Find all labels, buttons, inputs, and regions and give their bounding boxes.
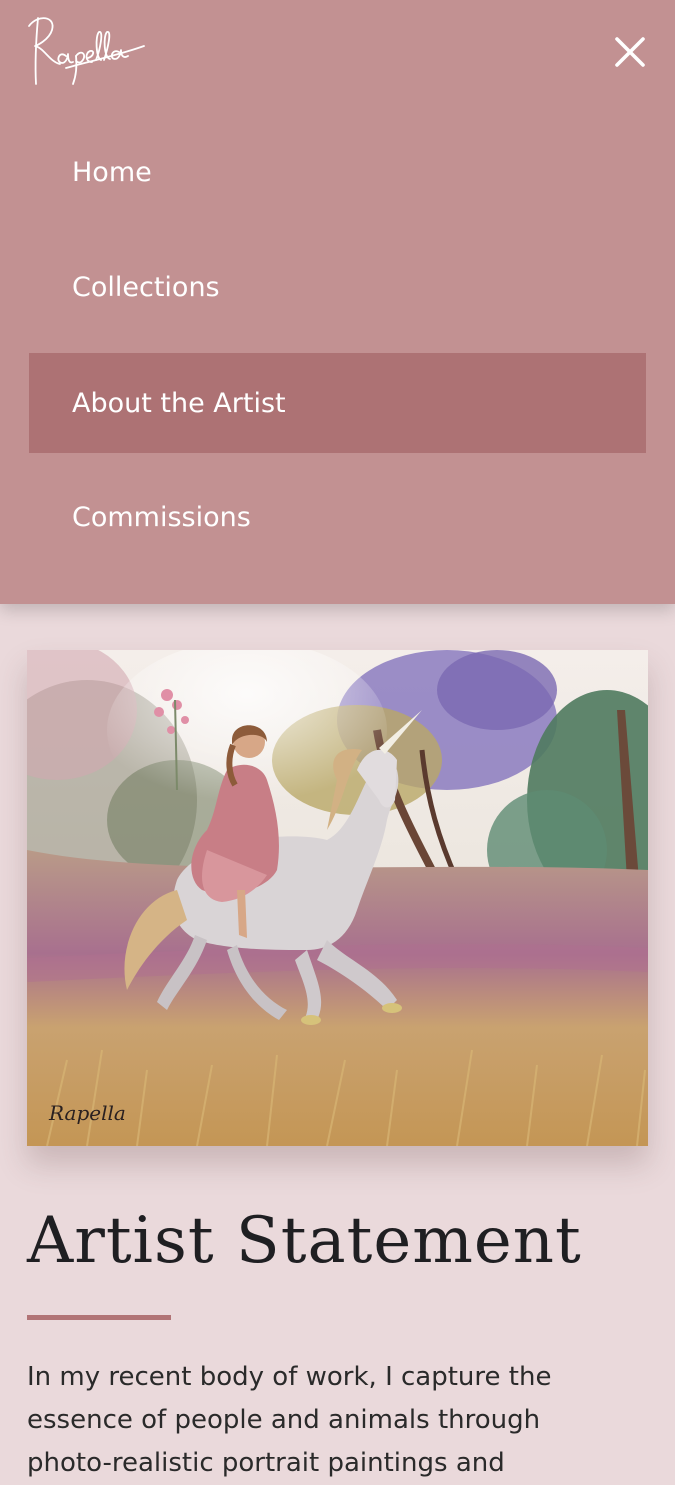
close-icon xyxy=(615,37,645,67)
page-title: Artist Statement xyxy=(27,1204,582,1278)
artwork-signature: Rapella xyxy=(48,1101,126,1125)
nav-item-collections[interactable]: Collections xyxy=(29,237,646,337)
nav-item-label: Home xyxy=(72,156,152,188)
nav-item-label: Commissions xyxy=(72,501,251,533)
nav-item-home[interactable]: Home xyxy=(29,122,646,222)
nav-item-label: Collections xyxy=(72,271,220,303)
statement-body: In my recent body of work, I capture the… xyxy=(27,1362,552,1478)
nav-item-label: About the Artist xyxy=(72,387,286,419)
close-menu-button[interactable] xyxy=(612,34,648,70)
heading-divider xyxy=(27,1315,171,1320)
nav-item-about-the-artist[interactable]: About the Artist xyxy=(29,353,646,453)
nav-item-commissions[interactable]: Commissions xyxy=(29,467,646,567)
artwork-image: Rapella xyxy=(27,650,648,1146)
navigation-menu: Home Collections About the Artist Commis… xyxy=(0,0,675,604)
signature-logo[interactable] xyxy=(26,10,148,90)
